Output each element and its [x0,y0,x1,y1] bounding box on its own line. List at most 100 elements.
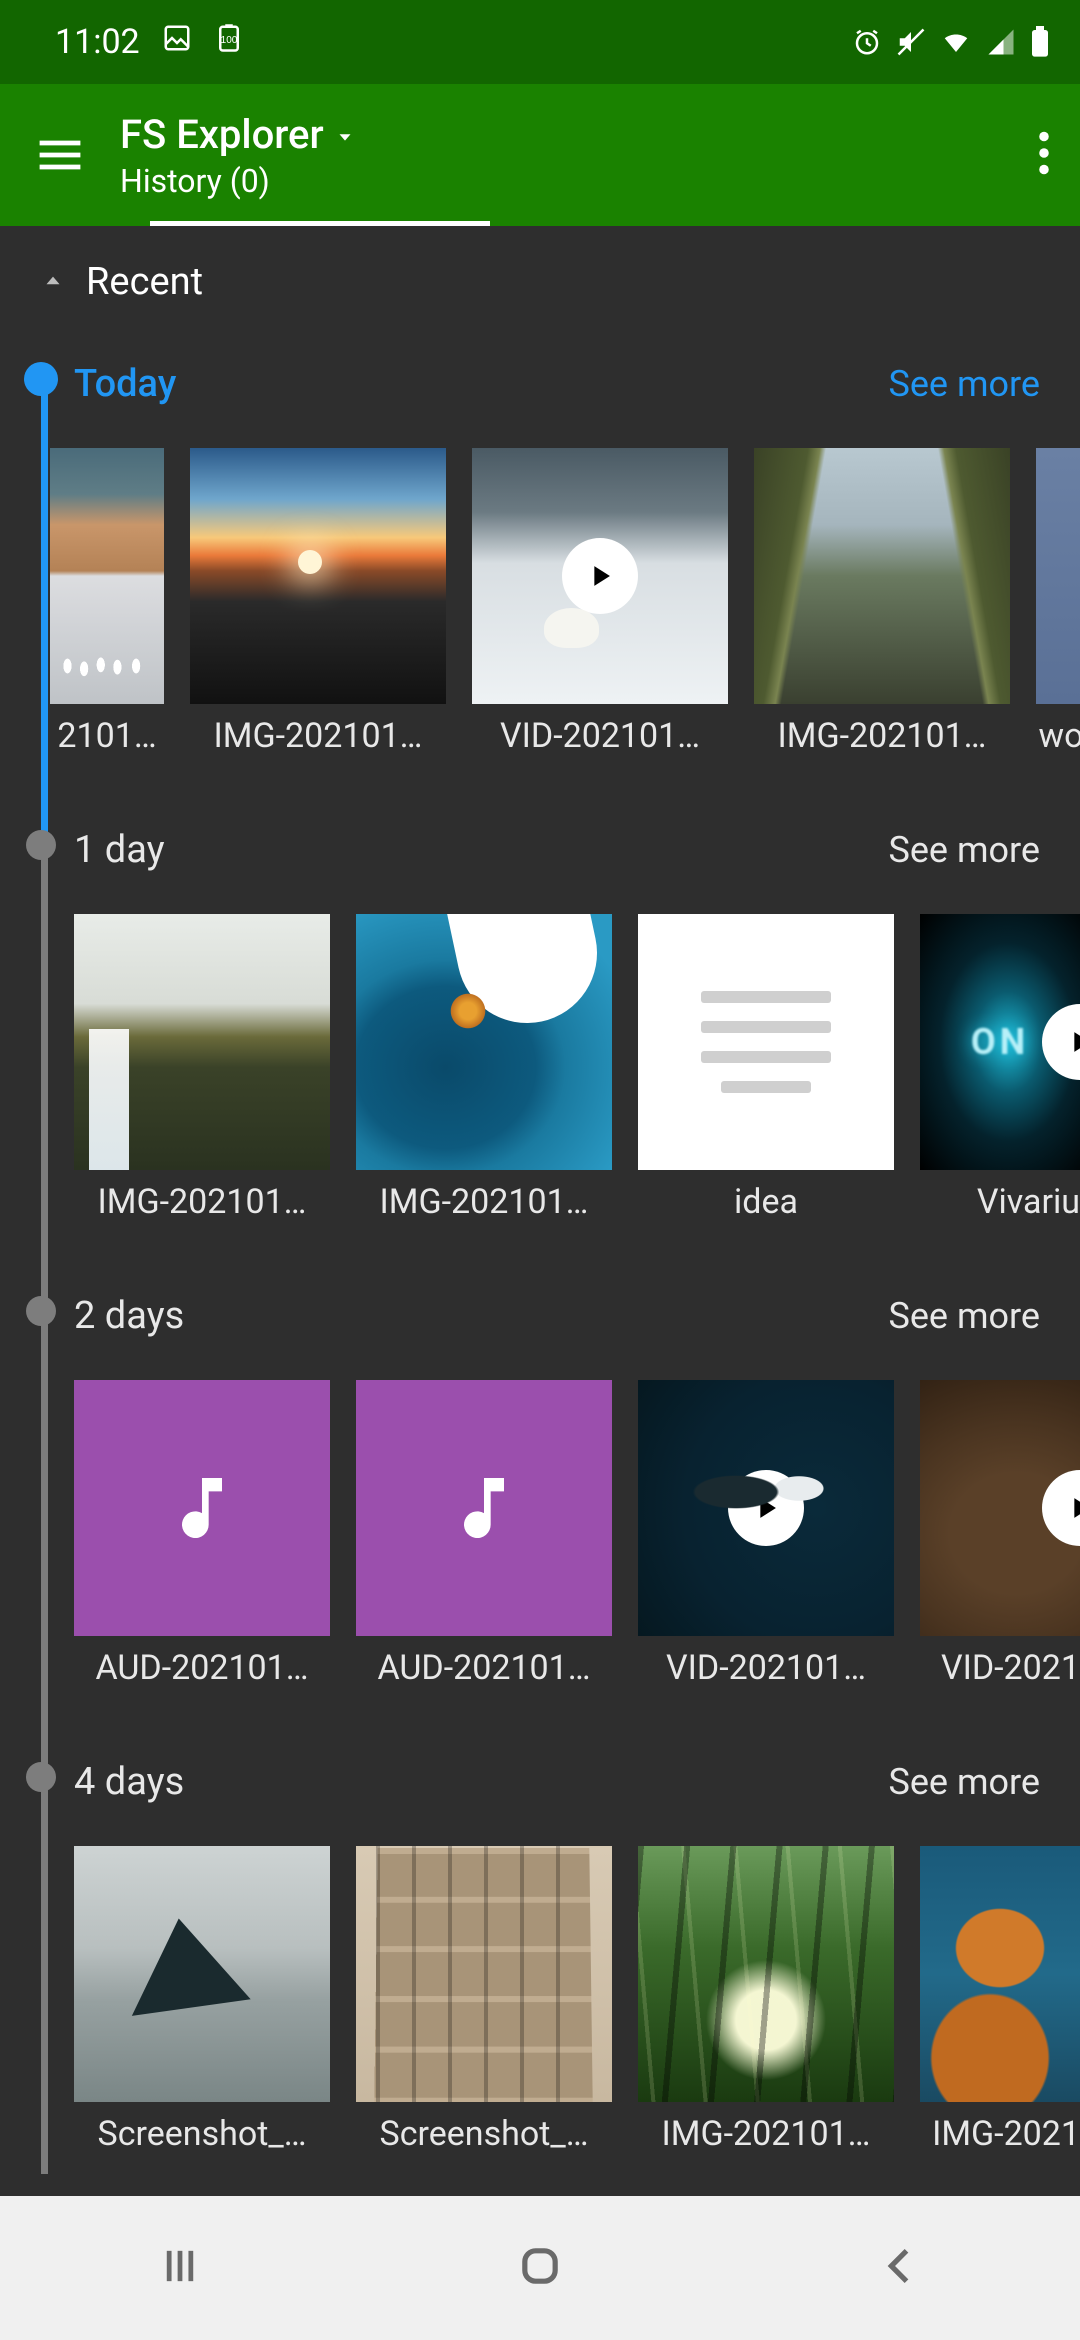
dropdown-icon [334,111,356,158]
recent-label: Recent [86,260,203,304]
file-item[interactable]: VID-202101… [638,1380,894,1688]
section-today: Today See more 2101… IMG-202101… VID-202… [44,338,1080,804]
image-thumbnail[interactable] [356,1846,612,2102]
file-item[interactable]: IMG-202101… [754,448,1010,756]
file-label: Screenshot_… [380,2114,589,2154]
play-icon [728,1470,804,1546]
system-nav-bar [0,2196,1080,2340]
section-4days: 4 days See more Screenshot_… Screenshot_… [44,1736,1080,2174]
recents-button[interactable] [154,2240,206,2296]
status-time: 11:02 [55,22,140,62]
video-thumbnail[interactable] [920,1380,1080,1636]
image-thumbnail[interactable] [356,914,612,1170]
status-right [852,26,1050,58]
file-row[interactable]: Screenshot_… Screenshot_… IMG-202101… IM… [44,1822,1080,2174]
menu-button[interactable] [0,84,120,226]
file-row[interactable]: IMG-202101… IMG-202101… idea ON [44,890,1080,1270]
file-label: idea [734,1182,798,1222]
see-more-link[interactable]: See more [888,363,1040,405]
recent-header[interactable]: Recent [0,226,1080,338]
alarm-icon [852,27,882,57]
file-row[interactable]: 2101… IMG-202101… VID-202101… IMG-202101… [50,424,1080,804]
file-label: 2101… [57,716,156,756]
file-item[interactable]: IMG-202101… [190,448,446,756]
image-thumbnail[interactable] [74,914,330,1170]
audio-thumbnail[interactable] [356,1380,612,1636]
document-thumbnail[interactable] [638,914,894,1170]
file-label: Screenshot_… [98,2114,307,2154]
image-thumbnail[interactable] [638,1846,894,2102]
play-icon [562,538,638,614]
file-item[interactable]: wo [1036,448,1080,756]
image-icon [162,22,192,62]
section-title[interactable]: 1 day [74,828,165,872]
file-item[interactable]: IMG-202101… [74,914,330,1222]
file-label: VID-202101… [500,716,700,756]
status-left: 11:02 100 [55,22,244,62]
battery-100-icon: 100 [214,22,244,62]
image-thumbnail[interactable] [190,448,446,704]
video-thumbnail[interactable]: ON [920,914,1080,1170]
back-button[interactable] [874,2240,926,2296]
file-label: IMG-202101… [98,1182,307,1222]
signal-icon [986,27,1016,57]
section-title[interactable]: 4 days [74,1760,184,1804]
file-item[interactable]: IMG-202101… [638,1846,894,2154]
overflow-menu-button[interactable] [1038,131,1050,179]
app-title-text: FS Explorer [120,111,324,158]
see-more-link[interactable]: See more [888,1295,1040,1337]
video-thumbnail[interactable] [472,448,728,704]
file-row[interactable]: AUD-202101… AUD-202101… VID-202101… [44,1356,1080,1736]
section-2days: 2 days See more AUD-202101… AUD-202101… [44,1270,1080,1736]
section-header: Today See more [44,344,1080,424]
timeline-dot [24,362,58,396]
file-item[interactable]: Screenshot_… [356,1846,612,2154]
file-label: VID-2021 [941,1648,1080,1688]
section-title[interactable]: 2 days [74,1294,184,1338]
file-label: AUD-202101… [95,1648,308,1688]
file-item[interactable]: VID-2021 [920,1380,1080,1688]
file-item[interactable]: Screenshot_… [74,1846,330,2154]
image-thumbnail[interactable] [74,1846,330,2102]
section-title[interactable]: Today [74,362,176,406]
timeline-dot [26,1762,56,1792]
image-thumbnail[interactable] [920,1846,1080,2102]
wifi-icon [940,27,972,57]
battery-icon [1030,26,1050,58]
image-thumbnail[interactable] [1036,448,1080,704]
section-header: 4 days See more [44,1742,1080,1822]
file-label: Vivariu [977,1182,1080,1222]
home-button[interactable] [514,2240,566,2296]
file-label: IMG-2021 [932,2114,1080,2154]
file-label: AUD-202101… [377,1648,590,1688]
file-item[interactable]: AUD-202101… [356,1380,612,1688]
file-item[interactable]: idea [638,914,894,1222]
thumb-text: ON [971,1021,1029,1063]
music-note-icon [162,1468,242,1548]
file-label: IMG-202101… [380,1182,589,1222]
timeline-dot [26,830,56,860]
play-icon [1042,1004,1080,1080]
file-item[interactable]: AUD-202101… [74,1380,330,1688]
audio-thumbnail[interactable] [74,1380,330,1636]
image-thumbnail[interactable] [50,448,164,704]
file-item[interactable]: ON Vivariu [920,914,1080,1222]
file-label: IMG-202101… [778,716,987,756]
collapse-icon [40,260,66,304]
file-item[interactable]: IMG-2021 [920,1846,1080,2154]
content: Recent Today See more 2101… IMG-202101… [0,226,1080,2174]
file-item[interactable]: VID-202101… [472,448,728,756]
app-subtitle: History (0) [120,162,356,200]
file-label: IMG-202101… [214,716,423,756]
image-thumbnail[interactable] [754,448,1010,704]
music-note-icon [444,1468,524,1548]
app-title-block[interactable]: FS Explorer History (0) [120,111,356,200]
file-label: IMG-202101… [662,2114,871,2154]
see-more-link[interactable]: See more [888,1761,1040,1803]
see-more-link[interactable]: See more [888,829,1040,871]
timeline-sections: Today See more 2101… IMG-202101… VID-202… [0,338,1080,2174]
file-item[interactable]: IMG-202101… [356,914,612,1222]
app-title[interactable]: FS Explorer [120,111,356,158]
file-item[interactable]: 2101… [50,448,164,756]
video-thumbnail[interactable] [638,1380,894,1636]
